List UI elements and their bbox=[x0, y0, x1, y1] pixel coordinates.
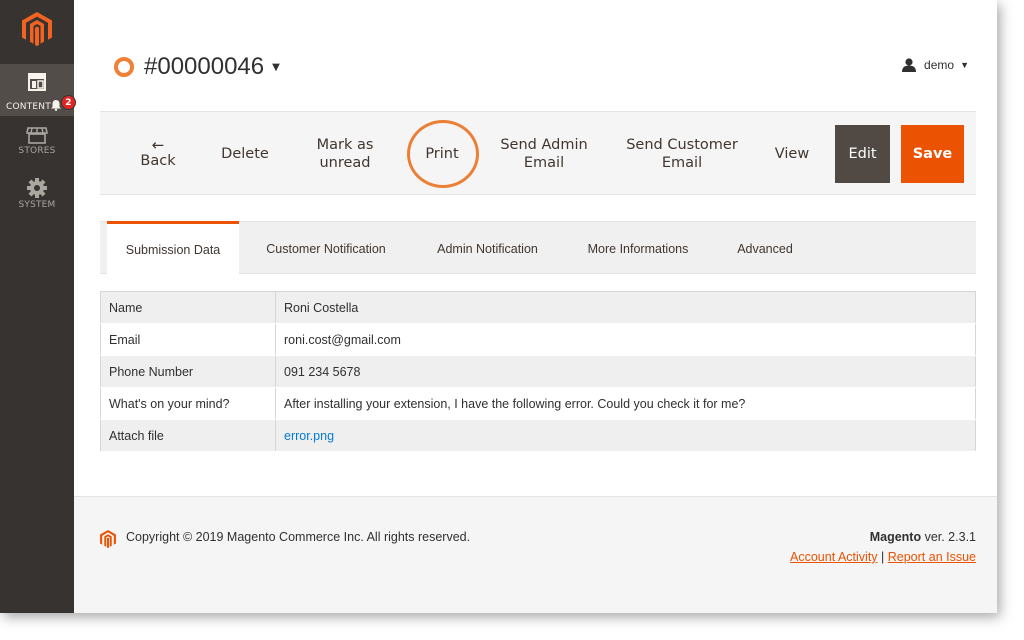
send-admin-line1: Send Admin bbox=[500, 137, 588, 153]
account-activity-link[interactable]: Account Activity bbox=[790, 550, 878, 564]
row-value: roni.cost@gmail.com bbox=[275, 323, 976, 356]
report-issue-link[interactable]: Report an Issue bbox=[888, 550, 976, 564]
submission-table: Name Roni Costella Email roni.cost@gmail… bbox=[100, 291, 976, 452]
page-title: #00000046 bbox=[144, 53, 265, 80]
attachment-link[interactable]: error.png bbox=[284, 429, 334, 443]
send-admin-email-button[interactable]: Send Admin Email bbox=[494, 112, 594, 196]
bell-icon[interactable] bbox=[51, 100, 61, 111]
page-title-area: #00000046 ▼ bbox=[114, 52, 280, 82]
send-customer-line2: Email bbox=[661, 155, 703, 171]
row-value: After installing your extension, I have … bbox=[275, 387, 976, 420]
table-row: What's on your mind? After installing yo… bbox=[100, 387, 976, 420]
user-icon bbox=[902, 58, 917, 72]
table-row: Attach file error.png bbox=[100, 419, 976, 452]
row-label: Name bbox=[100, 291, 276, 324]
magento-logo-icon[interactable] bbox=[22, 12, 52, 46]
tab-bar: Submission Data Customer Notification Ad… bbox=[100, 221, 976, 275]
tab-submission-data[interactable]: Submission Data bbox=[107, 221, 239, 275]
row-label: Email bbox=[100, 323, 276, 356]
save-button[interactable]: Save bbox=[901, 125, 964, 183]
admin-window: CONTENT 2 STORES SYSTEM #00000046 ▼ demo… bbox=[0, 0, 997, 613]
content-icon bbox=[28, 73, 46, 91]
view-button[interactable]: View bbox=[768, 112, 816, 196]
table-row: Name Roni Costella bbox=[100, 291, 976, 324]
tab-admin-notification[interactable]: Admin Notification bbox=[420, 222, 555, 275]
tab-advanced[interactable]: Advanced bbox=[725, 222, 805, 275]
delete-button[interactable]: Delete bbox=[210, 112, 280, 196]
sidebar-item-stores[interactable]: STORES bbox=[0, 126, 74, 166]
user-name: demo bbox=[924, 58, 955, 72]
table-row: Email roni.cost@gmail.com bbox=[100, 323, 976, 356]
chevron-down-icon[interactable]: ▼ bbox=[272, 62, 280, 73]
edit-button[interactable]: Edit bbox=[835, 125, 890, 183]
send-admin-line2: Email bbox=[523, 155, 565, 171]
tab-more-informations[interactable]: More Informations bbox=[573, 222, 703, 275]
row-label: Attach file bbox=[100, 419, 276, 452]
version-info: Magento ver. 2.3.1 bbox=[870, 530, 976, 544]
row-value: Roni Costella bbox=[275, 291, 976, 324]
mark-as-unread-label: Mark as unread bbox=[317, 136, 374, 172]
send-customer-line1: Send Customer bbox=[626, 137, 738, 153]
row-value: 091 234 5678 bbox=[275, 355, 976, 388]
mark-label-line1: Mark as bbox=[316, 137, 374, 153]
mark-as-unread-button[interactable]: Mark as unread bbox=[300, 112, 390, 196]
send-customer-email-label: Send Customer Email bbox=[626, 136, 738, 172]
send-admin-email-label: Send Admin Email bbox=[500, 136, 587, 172]
stores-icon bbox=[26, 127, 48, 144]
page-footer: Copyright © 2019 Magento Commerce Inc. A… bbox=[74, 496, 997, 613]
chevron-down-icon: ▼ bbox=[960, 60, 969, 70]
sidebar-item-label: SYSTEM bbox=[18, 200, 56, 210]
gear-icon bbox=[27, 178, 47, 198]
status-ring-icon bbox=[114, 57, 134, 77]
table-row: Phone Number 091 234 5678 bbox=[100, 355, 976, 388]
sidebar-item-system[interactable]: SYSTEM bbox=[0, 178, 74, 218]
link-separator: | bbox=[877, 550, 888, 564]
row-value: error.png bbox=[275, 419, 976, 452]
brand-name: Magento bbox=[869, 530, 922, 544]
version-text: ver. 2.3.1 bbox=[921, 530, 976, 544]
notification-badge[interactable]: 2 bbox=[61, 95, 76, 110]
row-label: Phone Number bbox=[100, 355, 276, 388]
sidebar-item-label: STORES bbox=[18, 146, 56, 156]
back-label: Back bbox=[140, 153, 176, 169]
sidebar-item-label: CONTENT bbox=[6, 102, 51, 112]
arrow-left-icon: ← bbox=[151, 136, 165, 154]
sidebar-item-content[interactable]: CONTENT 2 bbox=[0, 64, 76, 116]
user-menu[interactable]: demo ▼ bbox=[902, 58, 969, 72]
row-label: What's on your mind? bbox=[100, 387, 276, 420]
tab-customer-notification[interactable]: Customer Notification bbox=[250, 222, 402, 275]
back-button[interactable]: ← Back bbox=[128, 112, 188, 196]
admin-sidebar: CONTENT 2 STORES SYSTEM bbox=[0, 0, 76, 613]
highlight-circle bbox=[407, 120, 479, 188]
page-actions-bar: ← Back Delete Mark as unread Print Send … bbox=[100, 111, 976, 195]
copyright-text: Copyright © 2019 Magento Commerce Inc. A… bbox=[126, 530, 471, 544]
magento-logo-icon bbox=[100, 530, 116, 548]
mark-label-line2: unread bbox=[319, 155, 371, 171]
send-customer-email-button[interactable]: Send Customer Email bbox=[620, 112, 744, 196]
footer-links: Account Activity | Report an Issue bbox=[790, 550, 976, 564]
